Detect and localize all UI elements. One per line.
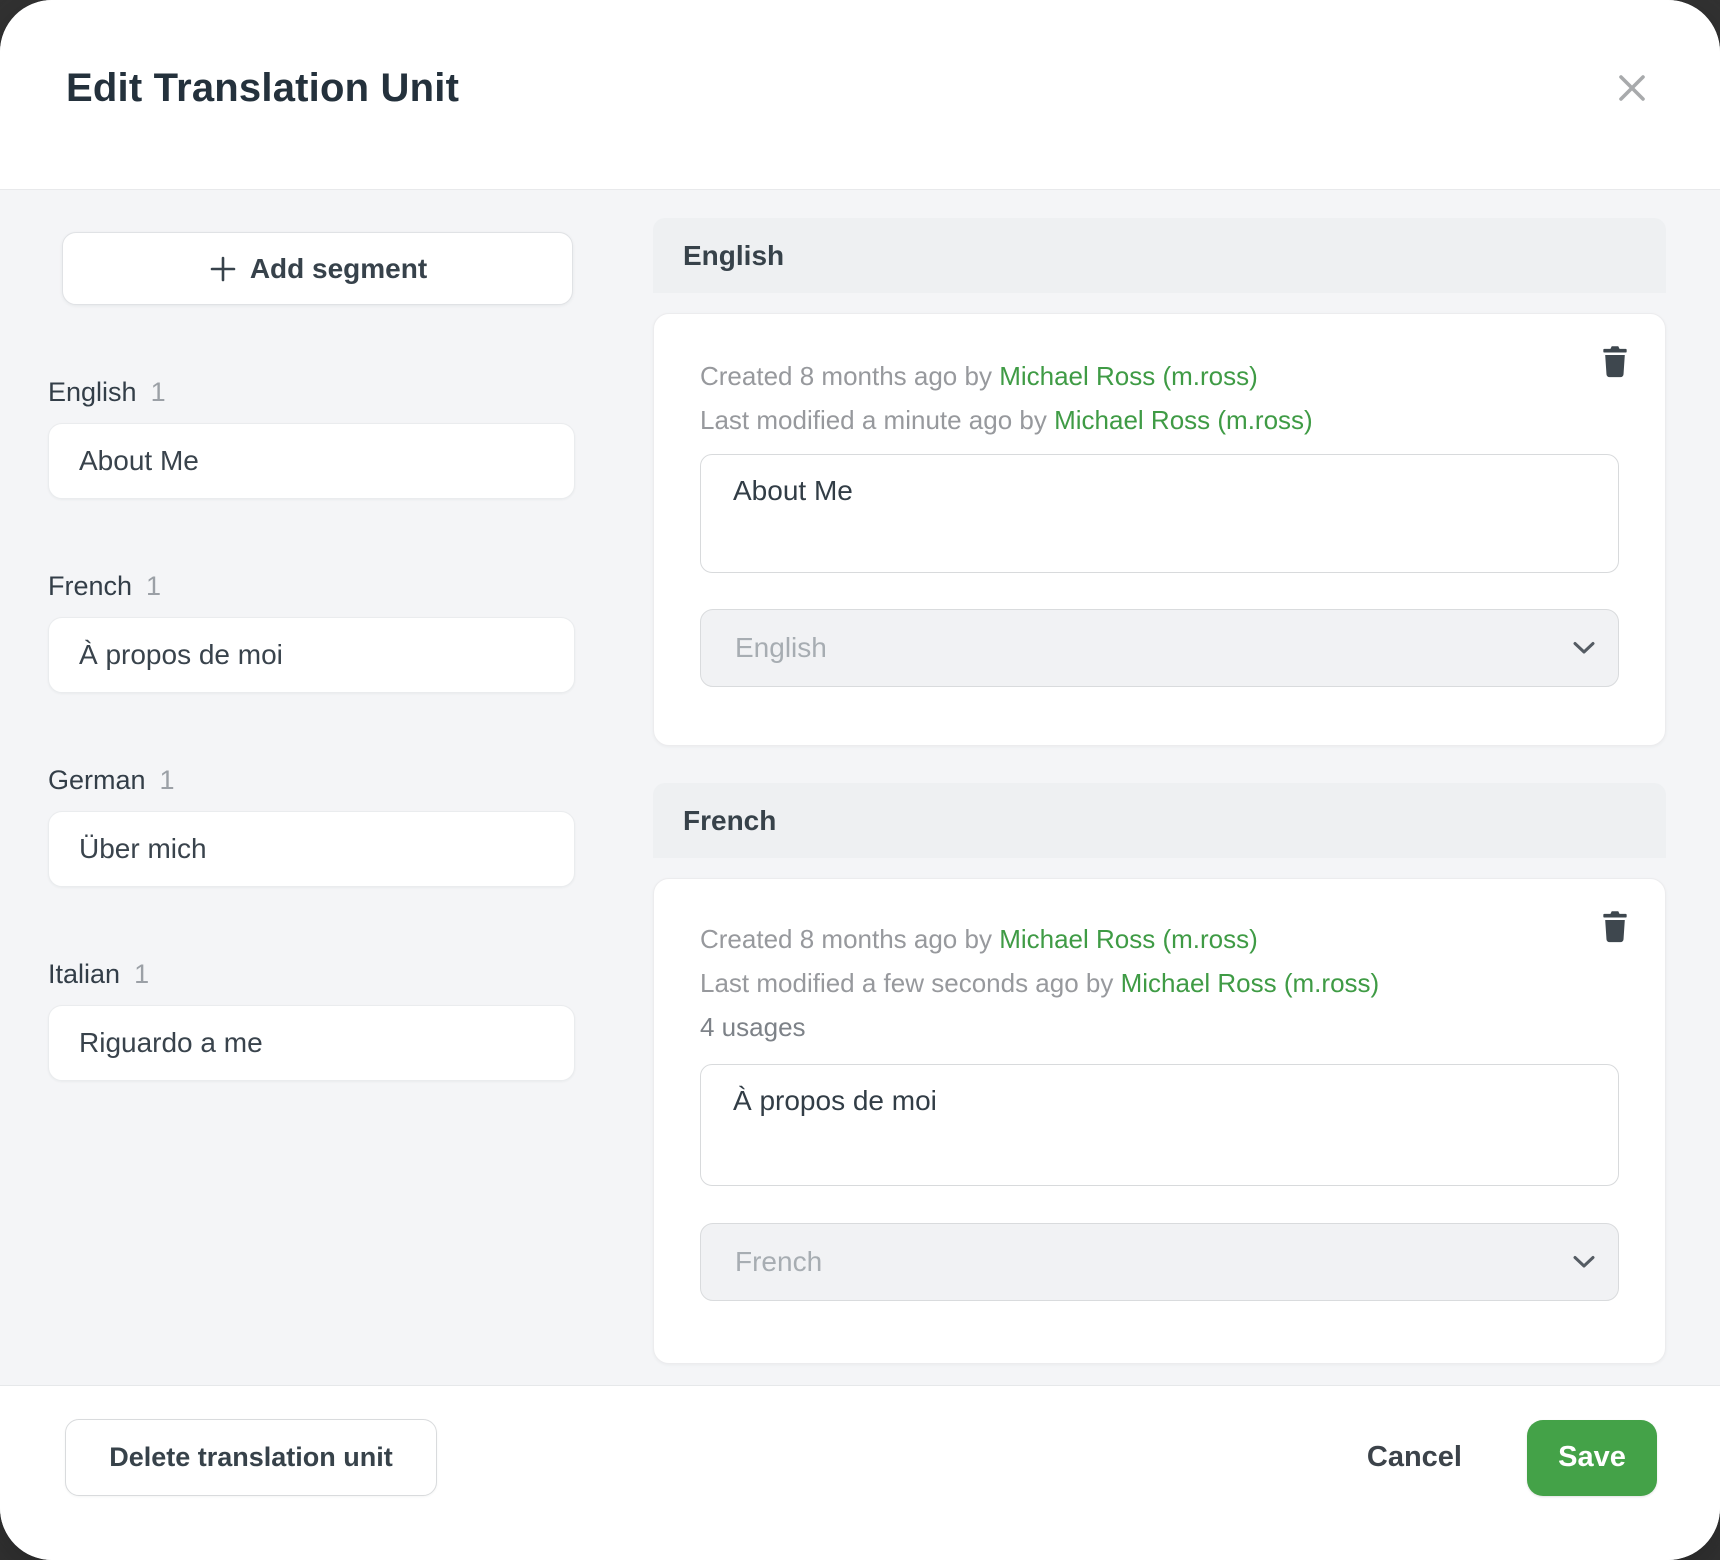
trash-icon: [1601, 345, 1629, 379]
close-icon: [1615, 71, 1649, 105]
dialog-header: Edit Translation Unit: [0, 0, 1720, 190]
delete-segment-button[interactable]: [1596, 907, 1634, 947]
dialog-footer: Delete translation unit Cancel Save: [0, 1385, 1720, 1560]
language-select[interactable]: French: [700, 1223, 1619, 1301]
created-user-link[interactable]: Michael Ross (m.ross): [999, 361, 1258, 391]
segment-group-german: German 1 Über mich: [48, 765, 575, 887]
segment-text-input[interactable]: About Me: [700, 454, 1619, 573]
segment-text-input[interactable]: À propos de moi: [700, 1064, 1619, 1186]
modified-meta: Last modified a minute ago by Michael Ro…: [700, 398, 1619, 442]
segment-group-italian: Italian 1 Riguardo a me: [48, 959, 575, 1081]
segment-panel-english: Created 8 months ago by Michael Ross (m.…: [653, 313, 1666, 746]
save-button[interactable]: Save: [1527, 1420, 1657, 1496]
chevron-down-icon: [1564, 628, 1604, 668]
modified-meta: Last modified a few seconds ago by Micha…: [700, 961, 1619, 1005]
segment-language-label: Italian: [48, 959, 120, 990]
edit-translation-unit-dialog: Edit Translation Unit Add segment Englis…: [0, 0, 1720, 1560]
created-meta: Created 8 months ago by Michael Ross (m.…: [700, 354, 1619, 398]
segment-count-badge: 1: [151, 377, 166, 408]
panel-heading-french: French: [653, 783, 1666, 858]
panel-heading-english: English: [653, 218, 1666, 293]
trash-icon: [1601, 910, 1629, 944]
usages-count: 4 usages: [700, 1005, 1619, 1049]
modified-user-link[interactable]: Michael Ross (m.ross): [1054, 405, 1313, 435]
dialog-title: Edit Translation Unit: [66, 66, 459, 111]
segment-count-badge: 1: [134, 959, 149, 990]
panel-spacer: [653, 746, 1666, 783]
delete-segment-button[interactable]: [1596, 342, 1634, 382]
add-segment-label: Add segment: [250, 253, 427, 285]
segment-group-french: French 1 À propos de moi: [48, 571, 575, 693]
chevron-down-icon: [1564, 1242, 1604, 1282]
cancel-button[interactable]: Cancel: [1357, 1441, 1472, 1474]
add-segment-button[interactable]: Add segment: [62, 232, 573, 305]
segment-detail-column: English Created 8 months ago by Michael …: [653, 218, 1666, 1364]
created-user-link[interactable]: Michael Ross (m.ross): [999, 924, 1258, 954]
segment-card-german[interactable]: Über mich: [48, 811, 575, 887]
segment-panel-french: Created 8 months ago by Michael Ross (m.…: [653, 878, 1666, 1364]
segment-count-badge: 1: [146, 571, 161, 602]
segment-card-italian[interactable]: Riguardo a me: [48, 1005, 575, 1081]
segment-language-label: English: [48, 377, 137, 408]
created-meta: Created 8 months ago by Michael Ross (m.…: [700, 917, 1619, 961]
segment-card-english[interactable]: About Me: [48, 423, 575, 499]
segment-count-badge: 1: [160, 765, 175, 796]
language-select-value: French: [735, 1246, 822, 1278]
plus-icon: [208, 254, 238, 284]
segment-list: English 1 About Me French 1 À propos de …: [48, 377, 575, 1153]
language-select-value: English: [735, 632, 827, 664]
segment-language-label: French: [48, 571, 132, 602]
delete-translation-unit-button[interactable]: Delete translation unit: [65, 1419, 437, 1496]
modified-user-link[interactable]: Michael Ross (m.ross): [1121, 968, 1380, 998]
language-select[interactable]: English: [700, 609, 1619, 687]
segment-card-french[interactable]: À propos de moi: [48, 617, 575, 693]
close-button[interactable]: [1598, 54, 1666, 122]
segment-language-label: German: [48, 765, 146, 796]
segment-group-english: English 1 About Me: [48, 377, 575, 499]
